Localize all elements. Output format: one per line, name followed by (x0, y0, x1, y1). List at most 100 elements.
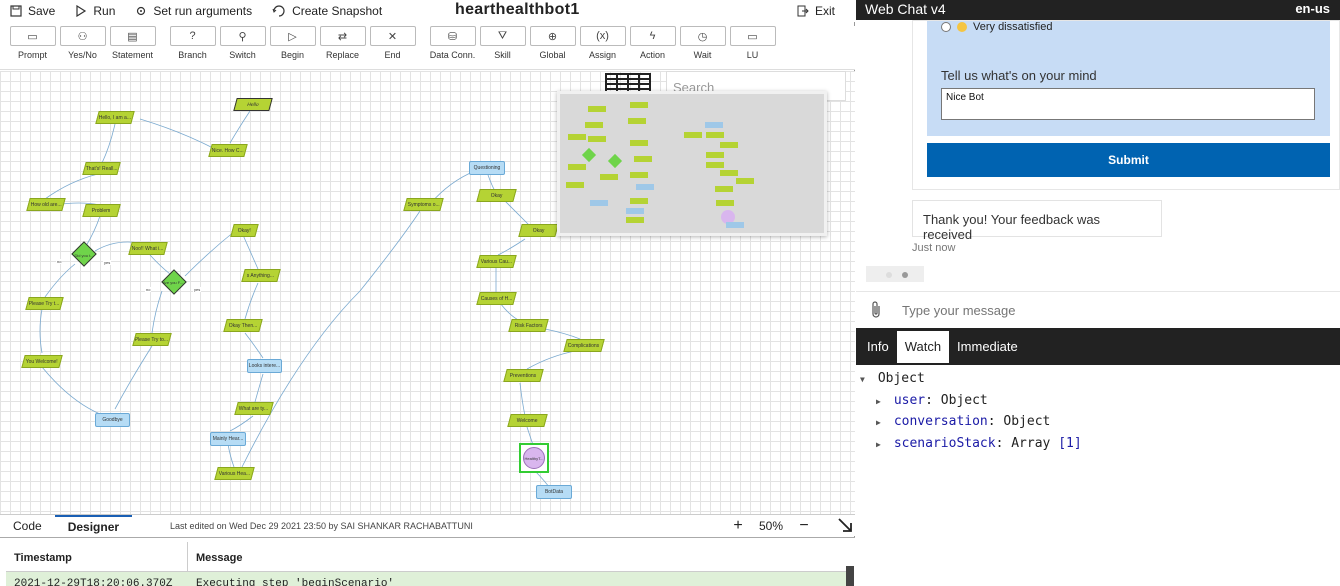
run-button[interactable]: Run (65, 0, 125, 22)
watch-root[interactable]: ▼ Object (860, 371, 925, 386)
flow-node-anything[interactable]: s Anything... (241, 269, 281, 282)
save-button[interactable]: Save (0, 0, 65, 22)
palette-icon: ⚇ (59, 26, 106, 46)
flow-node-what-are[interactable]: What are ty... (234, 402, 274, 415)
tab-immediate[interactable]: Immediate (949, 331, 1026, 363)
log-row[interactable]: 2021-12-29T18:20:06.370Z Executing step … (6, 572, 852, 586)
flow-node-please-try-2[interactable]: Please Try to... (132, 333, 172, 346)
zoom-in-button[interactable]: + (727, 517, 749, 535)
flow-node-hello[interactable]: Hello (233, 98, 273, 111)
radio-button[interactable] (941, 22, 951, 32)
flow-node-mainly-hear[interactable]: Mainly Hear... (210, 432, 246, 446)
create-snapshot-button[interactable]: Create Snapshot (262, 0, 392, 22)
palette-item-skill[interactable]: ⛛ Skill (478, 26, 527, 70)
watch-entry-user[interactable]: ▶ user: Object (876, 393, 988, 408)
designer-pane: Save Run Set run arguments Create Snapsh… (0, 0, 855, 586)
watch-entry-scenariostack[interactable]: ▶ scenarioStack: Array [1] (876, 436, 1082, 451)
message-input[interactable] (896, 295, 1340, 325)
collapse-arrow-icon[interactable] (815, 515, 855, 537)
palette-item-switch[interactable]: ⚲ Switch (218, 26, 267, 70)
collapsed-triangle-icon: ▶ (876, 397, 881, 406)
execution-log: Timestamp Message 2021-12-29T18:20:06.37… (0, 537, 855, 586)
tab-watch[interactable]: Watch (896, 331, 950, 363)
flow-node-preventions[interactable]: Preventions (503, 369, 544, 382)
feedback-label: Tell us what's on your mind (941, 68, 1097, 83)
minimap-node (630, 198, 648, 204)
palette-item-end[interactable]: ✕ End (368, 26, 417, 70)
flow-node-symptoms[interactable]: Symptoms o... (403, 198, 444, 211)
flow-node-causes[interactable]: Causes of H... (476, 292, 517, 305)
minimap-diamond (581, 147, 597, 163)
flow-node-healthy[interactable]: HealthyT... (519, 443, 549, 473)
flow-node-questioning[interactable]: Questioning (469, 161, 505, 175)
flow-node-okay-then[interactable]: Okay Then... (223, 319, 263, 332)
palette-item-branch[interactable]: ? Branch (168, 26, 217, 70)
palette-item-yes-no[interactable]: ⚇ Yes/No (58, 26, 107, 70)
flow-node-various-cau[interactable]: Various Cau... (476, 255, 517, 268)
editor-tabs: Code Designer Last edited on Wed Dec 29 … (0, 514, 855, 536)
typing-indicator (866, 266, 924, 282)
tab-info[interactable]: Info (859, 331, 897, 363)
minimap-toggle-icon[interactable] (605, 73, 651, 91)
flow-node-okay-3[interactable]: Okay (518, 224, 559, 237)
watch-entry-conversation[interactable]: ▶ conversation: Object (876, 414, 1050, 429)
palette-label: Skill (494, 50, 511, 60)
flow-node-how-old[interactable]: How old are... (26, 198, 66, 211)
locale-label[interactable]: en-us (1295, 0, 1330, 18)
exit-label: Exit (814, 4, 835, 18)
palette-item-assign[interactable]: (x) Assign (578, 26, 627, 70)
webchat-title: Web Chat v4 (865, 1, 946, 17)
flow-node-please-try-1[interactable]: Please Try t... (25, 297, 64, 310)
flow-diamond-label-are-you: Are you F... (162, 280, 184, 285)
flow-node-various-hea[interactable]: Various Hea... (214, 467, 255, 480)
palette-item-replace[interactable]: ⇄ Replace (318, 26, 367, 70)
palette-item-begin[interactable]: ▷ Begin (268, 26, 317, 70)
exit-button[interactable]: Exit (787, 0, 845, 22)
palette-item-lu[interactable]: ▭ LU (728, 26, 777, 70)
minimap-node (630, 102, 648, 108)
flow-node-you-welcome[interactable]: You Welcome! (21, 355, 63, 368)
flow-node-thats-reall[interactable]: That's! Reall... (82, 162, 121, 175)
set-run-arguments-button[interactable]: Set run arguments (125, 0, 262, 22)
flow-node-nice-how[interactable]: Nice. How C... (208, 144, 248, 157)
palette-label: Assign (588, 50, 616, 60)
attach-button[interactable] (856, 292, 896, 329)
flow-node-goodbye[interactable]: Goodbye (95, 413, 130, 427)
radio-option-very-dissatisfied[interactable]: Very dissatisfied (941, 21, 1052, 33)
palette-item-wait[interactable]: ◷ Wait (678, 26, 727, 70)
minimap-node (720, 170, 738, 176)
chat-transcript[interactable]: Very dissatisfied Tell us what's on your… (856, 20, 1340, 290)
flow-node-okay-1[interactable]: Okay! (230, 224, 259, 237)
flow-node-complications[interactable]: Complications (563, 339, 605, 352)
feedback-form: Very dissatisfied Tell us what's on your… (927, 21, 1330, 136)
minimap-node (726, 222, 744, 228)
palette-item-prompt[interactable]: ▭ Prompt (8, 26, 57, 70)
app-root: Save Run Set run arguments Create Snapsh… (0, 0, 1340, 586)
flow-node-hello-i-am[interactable]: Hello, I am a... (95, 111, 135, 124)
flow-node-risk-factors[interactable]: Risk Factors (508, 319, 549, 332)
palette-item-data-conn[interactable]: ⛁ Data Conn. (428, 26, 477, 70)
flow-node-botdata[interactable]: BotData (536, 485, 572, 499)
log-scrollbar[interactable] (846, 566, 854, 586)
zoom-out-button[interactable]: − (793, 517, 815, 535)
play-icon (76, 5, 87, 17)
flow-canvas[interactable]: Hello Hello, I am a... Nice. How C... Th… (0, 71, 855, 514)
palette-item-action[interactable]: ϟ Action (628, 26, 677, 70)
flow-node-problem[interactable]: Problem (82, 204, 121, 217)
canvas-minimap[interactable] (557, 91, 827, 236)
flow-node-looks-intere[interactable]: Looks intere... (247, 359, 282, 373)
tab-designer[interactable]: Designer (54, 514, 133, 537)
palette-item-statement[interactable]: ▤ Statement (108, 26, 157, 70)
tab-code[interactable]: Code (0, 515, 55, 537)
minimap-node (720, 142, 738, 148)
collapsed-triangle-icon: ▶ (876, 440, 881, 449)
flow-node-okay-2[interactable]: Okay (476, 189, 517, 202)
watch-root-label: Object (877, 371, 925, 386)
feedback-textarea[interactable]: Nice Bot (941, 88, 1315, 120)
flow-node-welcome[interactable]: Welcome (507, 414, 548, 427)
flow-node-noo-what[interactable]: Noo!! What i... (128, 242, 168, 255)
adaptive-card: Very dissatisfied Tell us what's on your… (912, 20, 1340, 190)
submit-button[interactable]: Submit (927, 143, 1330, 177)
palette-item-global[interactable]: ⊕ Global (528, 26, 577, 70)
watch-key: scenarioStack (893, 436, 996, 451)
